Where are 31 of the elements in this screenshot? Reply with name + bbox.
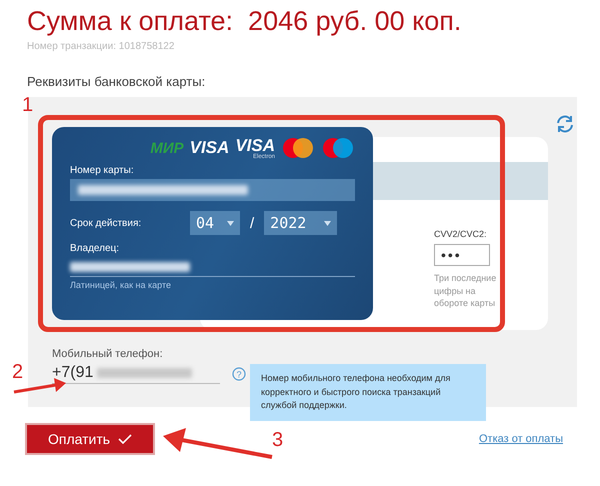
step-number: 3: [272, 430, 284, 450]
pay-button[interactable]: Оплатить: [25, 423, 155, 455]
card-number-label: Номер карты:: [70, 165, 135, 176]
holder-hint: Латиницей, как на карте: [70, 280, 172, 290]
mastercard-logo: [281, 137, 315, 159]
help-tooltip: Номер мобильного телефона необходим для корректного и быстрого поиска транзакций службой поддержки.: [250, 364, 486, 420]
month-select[interactable]: 04: [190, 211, 240, 235]
expiry-label: Срок действия:: [70, 218, 142, 228]
step-number: 1: [22, 95, 34, 115]
transaction-number: Номер транзакции: 1018758122: [27, 41, 176, 52]
year-select[interactable]: 2022: [264, 211, 338, 235]
mir-logo: МИР: [150, 140, 184, 156]
cancel-link[interactable]: Отказ от оплаты: [478, 433, 563, 445]
visa-logo: VISA: [190, 138, 230, 158]
help-icon[interactable]: ?: [232, 367, 246, 381]
amount-title: Сумма к оплате: 2046 руб. 00 коп.: [27, 6, 462, 37]
card-number-field[interactable]: [70, 179, 355, 201]
cvv-field[interactable]: •••: [434, 244, 490, 266]
phone-field[interactable]: +7(91: [52, 364, 220, 384]
check-icon: [118, 434, 132, 444]
phone-label: Мобильный телефон:: [52, 348, 164, 360]
refresh-icon[interactable]: [554, 113, 576, 135]
cvv-label: CVV2/CVC2:: [434, 229, 488, 239]
maestro-logo: [321, 137, 355, 159]
caret-icon: [324, 220, 332, 226]
step-number: 2: [12, 362, 24, 382]
holder-label: Владелец:: [70, 243, 120, 254]
caret-icon: [227, 220, 234, 226]
cvv-hint: Три последние цифры на обороте карты: [434, 272, 498, 310]
separator: /: [250, 214, 254, 232]
section-title: Реквизиты банковской карты:: [27, 74, 206, 89]
